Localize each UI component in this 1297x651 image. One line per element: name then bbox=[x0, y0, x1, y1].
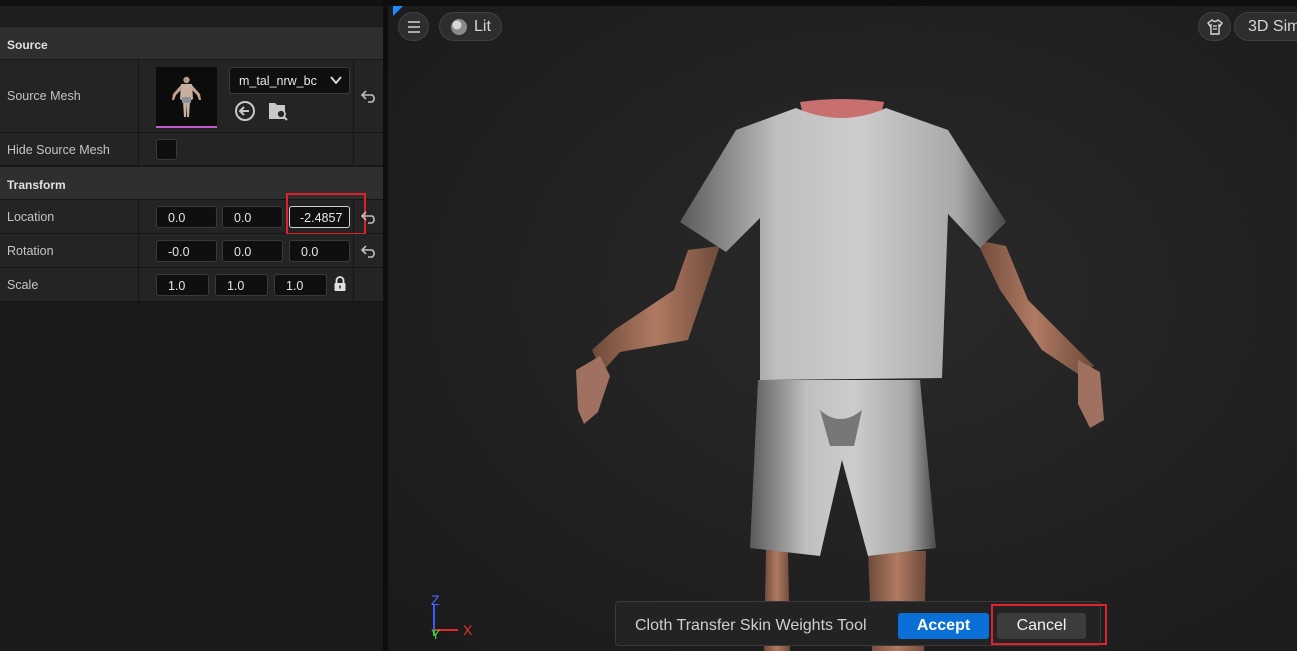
section-title-transform: Transform bbox=[7, 178, 66, 192]
rotation-y-field[interactable]: 0.0 bbox=[222, 240, 283, 262]
source-mesh-label: Source Mesh bbox=[7, 89, 81, 103]
location-x-field[interactable]: 0.0 bbox=[156, 206, 217, 228]
scale-label: Scale bbox=[7, 278, 39, 292]
lock-icon[interactable] bbox=[333, 276, 347, 292]
editor-window: Source Source Mesh m_tal_nrw_bc Hide Sou… bbox=[0, 0, 1297, 651]
accept-button[interactable]: Accept bbox=[898, 613, 989, 639]
section-title-source: Source bbox=[7, 38, 48, 52]
column-divider bbox=[353, 60, 354, 132]
source-mesh-value: m_tal_nrw_bc bbox=[239, 74, 317, 88]
column-divider bbox=[138, 60, 139, 132]
column-divider bbox=[353, 234, 354, 267]
reset-to-default-icon[interactable] bbox=[361, 210, 377, 224]
reset-to-default-icon[interactable] bbox=[361, 89, 377, 103]
tool-name: Cloth Transfer Skin Weights Tool bbox=[635, 617, 867, 634]
mesh-thumbnail-figure bbox=[172, 76, 201, 117]
axis-y-label: Y bbox=[431, 626, 441, 642]
scale-z-field[interactable]: 1.0 bbox=[274, 274, 327, 296]
column-divider bbox=[353, 133, 354, 165]
hide-source-mesh-row: Hide Source Mesh bbox=[0, 133, 383, 166]
rotation-x-field[interactable]: -0.0 bbox=[156, 240, 217, 262]
column-divider bbox=[138, 268, 139, 301]
highlight-cancel-button bbox=[991, 604, 1107, 645]
viewport[interactable]: Lit 3D Sim Z Y X Cloth Transfer Skin Wei… bbox=[388, 0, 1297, 651]
hide-source-mesh-label: Hide Source Mesh bbox=[7, 143, 110, 157]
rotation-z-field[interactable]: 0.0 bbox=[289, 240, 350, 262]
hide-source-mesh-checkbox[interactable] bbox=[156, 139, 177, 160]
mesh-thumbnail[interactable] bbox=[156, 67, 217, 128]
reset-to-default-icon[interactable] bbox=[361, 244, 377, 258]
column-divider bbox=[138, 133, 139, 165]
column-divider bbox=[138, 234, 139, 267]
panel-header-strip bbox=[0, 6, 383, 26]
chevron-down-icon bbox=[330, 76, 342, 85]
location-y-field[interactable]: 0.0 bbox=[222, 206, 283, 228]
section-header-source[interactable]: Source bbox=[0, 27, 383, 60]
location-label: Location bbox=[7, 210, 55, 224]
rotation-label: Rotation bbox=[7, 244, 54, 258]
character-mesh-preview[interactable] bbox=[388, 0, 1297, 651]
source-mesh-dropdown[interactable]: m_tal_nrw_bc bbox=[229, 67, 350, 94]
highlight-location-z bbox=[286, 193, 366, 235]
axis-x-label: X bbox=[463, 622, 473, 638]
column-divider bbox=[138, 200, 139, 233]
axis-z-label: Z bbox=[431, 592, 440, 608]
details-panel: Source Source Mesh m_tal_nrw_bc Hide Sou… bbox=[0, 0, 383, 651]
use-selected-arrow-icon[interactable] bbox=[234, 100, 256, 122]
scale-y-field[interactable]: 1.0 bbox=[215, 274, 268, 296]
column-divider bbox=[353, 268, 354, 301]
browse-folder-icon[interactable] bbox=[267, 100, 289, 122]
scale-x-field[interactable]: 1.0 bbox=[156, 274, 209, 296]
